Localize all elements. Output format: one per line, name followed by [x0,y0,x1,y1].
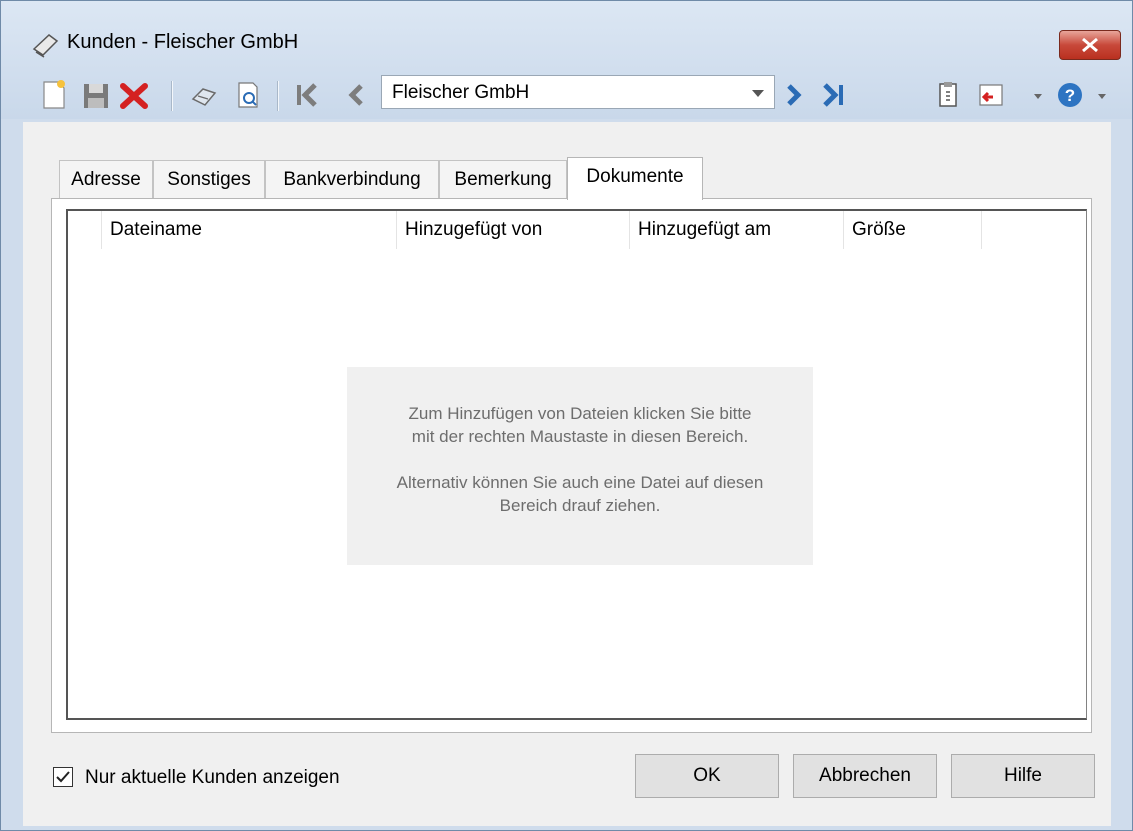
tab-bemerkung[interactable]: Bemerkung [439,160,567,198]
tab-dokumente[interactable]: Dokumente [567,157,703,200]
column-header-groesse[interactable]: Größe [844,211,982,249]
checkmark-icon [56,771,70,783]
first-record-icon[interactable] [293,79,323,111]
drop-hint: Zum Hinzufügen von Dateien klicken Sie b… [347,367,813,565]
hint-line-4: Bereich drauf ziehen. [499,496,661,515]
previous-record-icon[interactable] [341,79,371,111]
hint-line-1: Zum Hinzufügen von Dateien klicken Sie b… [408,404,752,423]
app-icon [32,34,59,58]
column-header-blank [68,211,102,249]
title-bar: Kunden - Fleischer GmbH Fleischer GmbH ? [1,1,1132,119]
save-icon[interactable] [81,79,111,111]
current-customers-label[interactable]: Nur aktuelle Kunden anzeigen [85,767,340,789]
help-button[interactable]: Hilfe [951,754,1095,798]
hint-line-3: Alternativ können Sie auch eine Datei au… [396,473,764,492]
column-header-hinzugefuegt-am[interactable]: Hinzugefügt am [630,211,844,249]
tab-adresse[interactable]: Adresse [59,160,153,198]
chevron-down-icon[interactable] [1095,79,1109,111]
print-icon[interactable] [189,79,219,111]
delete-icon[interactable] [119,79,149,111]
hint-line-2: mit der rechten Maustaste in diesen Bere… [411,427,749,446]
toolbar-separator [277,81,279,111]
ok-button[interactable]: OK [635,754,779,798]
column-header-hinzugefuegt-von[interactable]: Hinzugefügt von [397,211,630,249]
current-customers-checkbox[interactable] [53,767,73,787]
record-selector-value: Fleischer GmbH [392,82,530,103]
last-record-icon[interactable] [819,79,849,111]
record-selector[interactable]: Fleischer GmbH [381,75,775,109]
chevron-down-icon[interactable] [752,90,764,97]
documents-list[interactable]: Dateiname Hinzugefügt von Hinzugefügt am… [66,209,1087,720]
tab-sonstiges[interactable]: Sonstiges [153,160,265,198]
column-header-dateiname[interactable]: Dateiname [102,211,397,249]
toolbar-separator [171,81,173,111]
new-document-icon[interactable] [39,79,69,111]
exit-icon[interactable] [975,79,1005,111]
window-title: Kunden - Fleischer GmbH [67,31,299,53]
cancel-button[interactable]: Abbrechen [793,754,937,798]
documents-panel: Dateiname Hinzugefügt von Hinzugefügt am… [51,198,1092,733]
close-button[interactable] [1059,30,1121,60]
tab-bankverbindung[interactable]: Bankverbindung [265,160,439,198]
customer-window: Kunden - Fleischer GmbH Fleischer GmbH ?… [0,0,1133,831]
help-icon[interactable]: ? [1055,79,1085,111]
close-icon [1082,37,1098,53]
toolbar: Fleischer GmbH ? [1,71,1132,121]
print-preview-icon[interactable] [233,79,263,111]
client-area: Adresse Sonstiges Bankverbindung Bemerku… [23,122,1111,826]
next-record-icon[interactable] [779,79,809,111]
svg-text:?: ? [1065,86,1075,105]
clipboard-icon[interactable] [933,79,963,111]
chevron-down-icon[interactable] [1031,79,1045,111]
